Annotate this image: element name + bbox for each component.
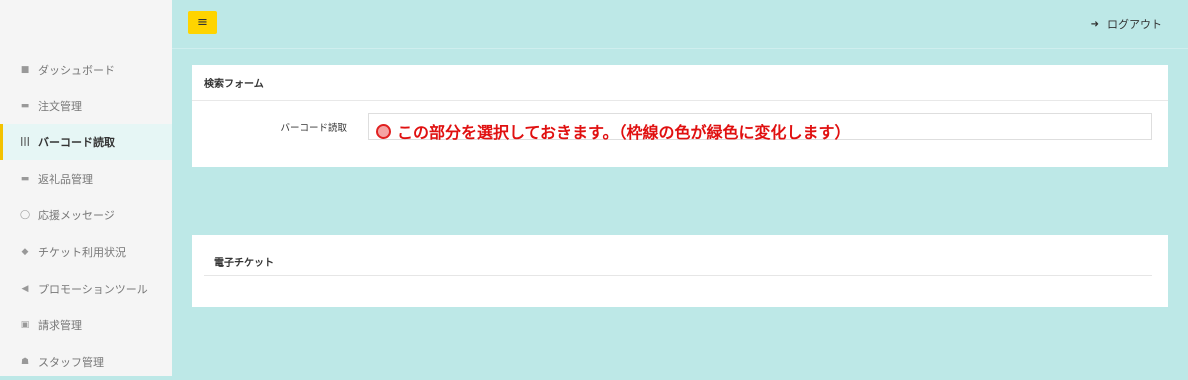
sidebar-item-gifts[interactable]: ▬ 返礼品管理: [0, 161, 172, 197]
gift-icon: ▬: [20, 174, 30, 184]
menu-toggle-button[interactable]: ≡: [188, 11, 217, 34]
barcode-field-label: バーコード読取: [280, 123, 347, 134]
sidebar-item-orders[interactable]: ▬ 注文管理: [0, 88, 172, 124]
sidebar-item-promotion[interactable]: ◀ プロモーションツール: [0, 271, 172, 307]
divider: [204, 275, 1152, 276]
sidebar-item-billing[interactable]: ▣ 請求管理: [0, 307, 172, 343]
hamburger-icon: ≡: [197, 15, 208, 30]
sidebar-item-messages[interactable]: ◯ 応援メッセージ: [0, 197, 172, 233]
e-ticket-title: 電子チケット: [214, 258, 274, 269]
annotation-callout: この部分を選択しておきます。（枠線の色が緑色に変化します）: [376, 119, 850, 143]
sidebar-item-label: バーコード読取: [38, 136, 115, 149]
sidebar-item-staff[interactable]: ☗ スタッフ管理: [0, 344, 172, 380]
money-icon: ▣: [20, 320, 30, 330]
sidebar: ■ ダッシュボード ▬ 注文管理 ||| バーコード読取 ▬ 返礼品管理 ◯ 応…: [0, 0, 172, 376]
megaphone-icon: ◀: [21, 284, 29, 294]
sidebar-item-dashboard[interactable]: ■ ダッシュボード: [0, 52, 172, 88]
top-bar: ≡ ➜ ログアウト: [172, 0, 1188, 49]
logout-link[interactable]: ➜ ログアウト: [1091, 16, 1162, 32]
ticket-icon: ◆: [21, 247, 29, 257]
sidebar-item-label: 請求管理: [38, 319, 82, 332]
sidebar-item-label: スタッフ管理: [38, 356, 104, 369]
users-icon: ☗: [20, 357, 30, 367]
search-form-title: 検索フォーム: [192, 65, 1168, 101]
e-ticket-card: 電子チケット: [192, 235, 1168, 307]
sidebar-item-label: チケット利用状況: [38, 246, 126, 259]
speech-bubble-icon: ◯: [19, 210, 31, 220]
sidebar-item-tickets[interactable]: ◆ チケット利用状況: [0, 234, 172, 270]
logout-icon: ➜: [1090, 18, 1099, 30]
sidebar-item-label: 注文管理: [38, 100, 82, 113]
dashboard-icon: ■: [20, 65, 30, 75]
sidebar-item-label: 返礼品管理: [38, 173, 93, 186]
logout-label: ログアウト: [1107, 18, 1162, 31]
annotation-text: この部分を選択しておきます。（枠線の色が緑色に変化します）: [397, 123, 851, 142]
box-icon: ▬: [20, 101, 30, 111]
sidebar-item-label: ダッシュボード: [38, 64, 115, 77]
sidebar-item-label: プロモーションツール: [38, 283, 148, 296]
search-form-card: 検索フォーム バーコード読取 この部分を選択しておきます。（枠線の色が緑色に変化…: [192, 65, 1168, 167]
circle-marker-icon: [376, 123, 391, 139]
sidebar-item-barcode[interactable]: ||| バーコード読取: [0, 124, 172, 160]
barcode-icon: |||: [20, 137, 30, 147]
sidebar-item-label: 応援メッセージ: [38, 209, 115, 222]
